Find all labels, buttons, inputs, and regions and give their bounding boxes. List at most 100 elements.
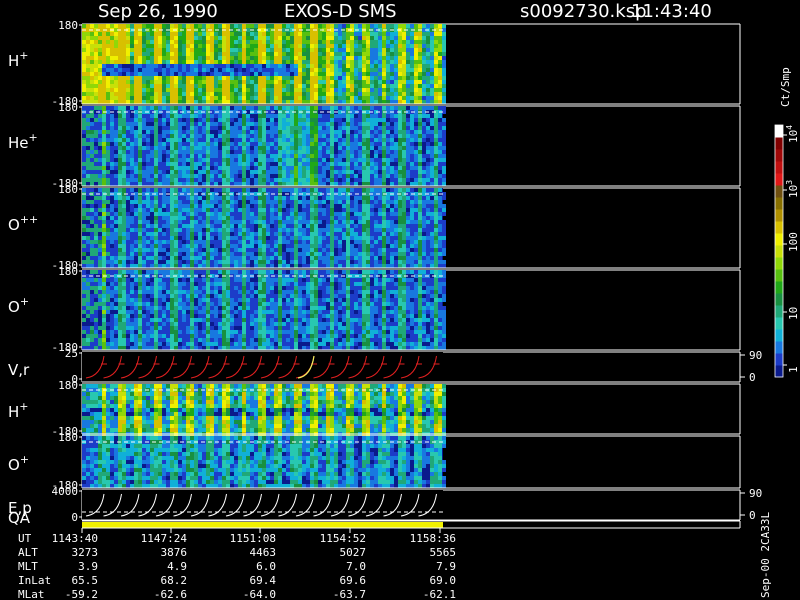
spectrogram-cell <box>174 248 178 252</box>
spectrogram-cell <box>198 196 202 200</box>
spectrogram-cell <box>410 48 414 52</box>
spectrogram-cell <box>142 236 146 240</box>
spectrogram-cell <box>370 244 374 248</box>
spectrogram-cell <box>278 88 282 92</box>
spectrogram-cell <box>334 154 338 158</box>
spectrogram-cell <box>382 84 386 88</box>
spectrogram-cell <box>374 248 378 252</box>
spectrogram-cell <box>118 68 122 72</box>
spectrogram-cell <box>306 92 310 96</box>
spectrogram-cell <box>350 264 354 268</box>
spectrogram-cell <box>326 178 330 182</box>
spectrogram-cell <box>442 182 446 186</box>
spectrogram-cell <box>330 146 334 150</box>
spectrogram-cell <box>86 24 90 28</box>
spectrogram-cell <box>114 220 118 224</box>
spectrogram-cell <box>306 158 310 162</box>
spectrogram-cell <box>226 52 230 56</box>
spectrogram-cell <box>230 96 234 100</box>
spectrogram-cell <box>262 182 266 186</box>
spectrogram-cell <box>330 114 334 118</box>
spectrogram-cell <box>326 220 330 224</box>
spectrogram-cell <box>318 36 322 40</box>
spectrogram-cell <box>98 200 102 204</box>
spectrogram-cell <box>326 256 330 260</box>
spectrogram-cell <box>190 88 194 92</box>
spectrogram-cell <box>174 114 178 118</box>
spectrogram-cell <box>362 64 366 68</box>
spectrogram-cell <box>106 154 110 158</box>
spectrogram-cell <box>386 72 390 76</box>
spectrogram-cell <box>282 240 286 244</box>
spectrogram-cell <box>190 232 194 236</box>
spectrogram-cell <box>362 106 366 110</box>
spectrogram-cell <box>110 224 114 228</box>
spectrogram-cell <box>278 100 282 104</box>
spectrogram-cell <box>182 244 186 248</box>
spectrogram-cell <box>326 52 330 56</box>
spectrogram-cell <box>254 100 258 104</box>
spectrogram-cell <box>174 260 178 264</box>
spectrogram-cell <box>322 216 326 220</box>
spectrogram-cell <box>238 212 242 216</box>
spectrogram-cell <box>406 134 410 138</box>
sms-spectrogram-plot: Sep 26, 1990 EXOS-D SMS s0092730.ksp 11:… <box>8 1 800 600</box>
spectrogram-cell <box>166 224 170 228</box>
spectrogram-cell <box>86 118 90 122</box>
spectrogram-cell <box>362 200 366 204</box>
spectrogram-cell <box>142 182 146 186</box>
spectrogram-cell <box>306 68 310 72</box>
spectrogram-cell <box>286 154 290 158</box>
spectrogram-cell <box>390 264 394 268</box>
spectrogram-cell <box>86 48 90 52</box>
spectrogram-cell <box>414 178 418 182</box>
spectrogram-cell <box>214 126 218 130</box>
spectrogram-cell <box>362 114 366 118</box>
spectrogram-cell <box>134 228 138 232</box>
spectrogram-cell <box>378 216 382 220</box>
spectrogram-cell <box>262 170 266 174</box>
spectrogram-cell <box>174 196 178 200</box>
spectrogram-cell <box>370 92 374 96</box>
spectrogram-cell <box>198 150 202 154</box>
spectrogram-cell <box>422 174 426 178</box>
spectrogram-cell <box>294 138 298 142</box>
spectrogram-cell <box>122 228 126 232</box>
spectrogram-cell <box>186 174 190 178</box>
spectrogram-cell <box>166 166 170 170</box>
spectrogram-cell <box>398 170 402 174</box>
spectrogram-cell <box>254 92 258 96</box>
spectrogram-cell <box>354 64 358 68</box>
spectrogram-cell <box>198 68 202 72</box>
spectrogram-cell <box>322 174 326 178</box>
spectrogram-cell <box>266 92 270 96</box>
spectrogram-cell <box>242 228 246 232</box>
spectrogram-cell <box>82 196 86 200</box>
spectrogram-cell <box>370 260 374 264</box>
spectrogram-cell <box>338 96 342 100</box>
spectrogram-cell <box>394 92 398 96</box>
spectrogram-cell <box>330 264 334 268</box>
spectrogram-cell <box>226 236 230 240</box>
spectrogram-cell <box>158 228 162 232</box>
spectrogram-cell <box>398 44 402 48</box>
spectrogram-cell <box>434 56 438 60</box>
spectrogram-cell <box>166 52 170 56</box>
spectrogram-cell <box>118 56 122 60</box>
spectrogram-cell <box>374 212 378 216</box>
spectrogram-cell <box>338 72 342 76</box>
spectrogram-cell <box>162 44 166 48</box>
spectrogram-cell <box>226 162 230 166</box>
spectrogram-cell <box>306 40 310 44</box>
spectrogram-cell <box>214 166 218 170</box>
spectrogram-cell <box>254 220 258 224</box>
spectrogram-cell <box>262 240 266 244</box>
spectrogram-cell <box>162 68 166 72</box>
spectrogram-cell <box>326 232 330 236</box>
spectrogram-cell <box>354 264 358 268</box>
spectrogram-cell <box>294 220 298 224</box>
spectrogram-cell <box>234 204 238 208</box>
spectrogram-cell <box>158 204 162 208</box>
spectrogram-cell <box>402 244 406 248</box>
spectrogram-cell <box>214 56 218 60</box>
